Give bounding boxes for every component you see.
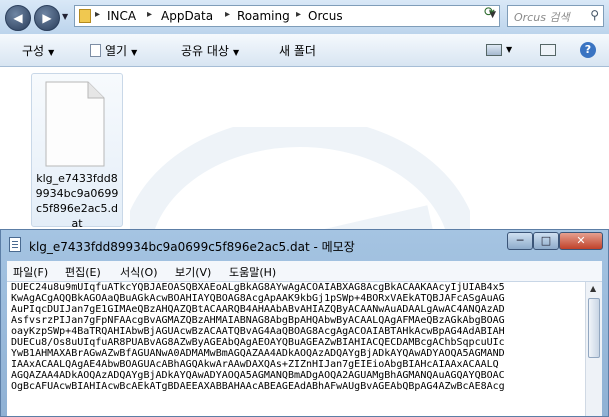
file-item[interactable]: klg_e7433fdd89934bc9a0699c5f896e2ac5.dat bbox=[31, 73, 123, 230]
menu-view[interactable]: 보기(V) bbox=[175, 264, 211, 280]
new-folder-button[interactable]: 새 폴더 bbox=[279, 42, 316, 59]
chevron-down-icon: ▼ bbox=[232, 48, 240, 57]
maximize-button[interactable]: □ bbox=[533, 232, 559, 250]
minimize-icon: ─ bbox=[516, 234, 524, 247]
forward-button[interactable]: ▶ bbox=[34, 5, 60, 31]
notepad-window: klg_e7433fdd89934bc9a0699c5f896e2ac5.dat… bbox=[0, 229, 609, 417]
breadcrumb-item[interactable]: AppData bbox=[161, 9, 213, 23]
menu-edit[interactable]: 편집(E) bbox=[65, 264, 101, 280]
open-button[interactable]: 열기 ▼ bbox=[90, 42, 137, 59]
new-folder-label: 새 폴더 bbox=[279, 44, 316, 58]
back-button[interactable]: ◀ bbox=[5, 5, 31, 31]
file-name[interactable]: klg_e7433fdd89934bc9a0699c5f896e2ac5.dat bbox=[34, 171, 120, 231]
file-icon bbox=[45, 81, 105, 167]
arrow-left-icon: ◀ bbox=[13, 11, 23, 25]
text-line: IAAxACAALQAgAE4AbwBOAGUAcABhAGQAkwArAAwD… bbox=[11, 359, 499, 370]
recent-pages-dropdown[interactable]: ▼ bbox=[62, 12, 68, 21]
scroll-thumb[interactable] bbox=[588, 298, 600, 358]
chevron-down-icon: ▼ bbox=[131, 48, 138, 57]
text-line: KwAgACgAQQBkAGOAaQBuAGkAcwBOAHIAYQBOAG8A… bbox=[11, 293, 505, 304]
text-line: oayKzpSWp+4BaTRQAHIAbwBjAGUAcwBzACAATQBv… bbox=[11, 326, 505, 337]
organize-button[interactable]: 구성 ▼ bbox=[22, 42, 54, 59]
help-icon[interactable]: ? bbox=[580, 42, 596, 58]
vertical-scrollbar[interactable]: ▲ bbox=[585, 282, 602, 416]
menu-format[interactable]: 서식(O) bbox=[120, 264, 157, 280]
maximize-icon: □ bbox=[540, 234, 552, 247]
close-icon: ✕ bbox=[576, 234, 586, 247]
text-line: OgBcAFUAcwBIAHIAcwBcAEkATgBDAEEAXABBAHAA… bbox=[11, 381, 505, 392]
preview-pane-icon[interactable] bbox=[540, 44, 556, 56]
menu-help[interactable]: 도움말(H) bbox=[229, 264, 276, 280]
scroll-up-icon[interactable]: ▲ bbox=[590, 284, 596, 293]
breadcrumb-item[interactable]: INCA bbox=[107, 9, 136, 23]
text-line: DUEC24u8u9mUIqfuATkcYQBJAEOASQBXAEoALgBk… bbox=[11, 282, 505, 293]
search-input[interactable]: Orcus 검색 ⚲ bbox=[507, 5, 604, 27]
breadcrumb-item[interactable]: Orcus bbox=[308, 9, 343, 23]
chevron-right-icon[interactable]: ▸ bbox=[296, 9, 301, 20]
organize-label: 구성 bbox=[22, 44, 45, 58]
open-label: 열기 bbox=[105, 44, 128, 58]
window-title: klg_e7433fdd89934bc9a0699c5f896e2ac5.dat… bbox=[29, 240, 355, 254]
text-line: AGQAZAA4ADkAOQAzADQAYgBjADkAYQAwADYAOQA5… bbox=[11, 370, 505, 381]
menu-file[interactable]: 파일(F) bbox=[13, 264, 48, 280]
arrow-right-icon: ▶ bbox=[42, 11, 52, 25]
breadcrumb-item[interactable]: Roaming bbox=[237, 9, 290, 23]
chevron-right-icon[interactable]: ▸ bbox=[147, 9, 152, 20]
share-button[interactable]: 공유 대상 ▼ bbox=[181, 42, 239, 59]
title-bar[interactable]: klg_e7433fdd89934bc9a0699c5f896e2ac5.dat… bbox=[1, 230, 608, 260]
address-bar-area: ◀ ▶ ▼ ▸ INCA ▸ AppData ▸ Roaming ▸ Orcus… bbox=[0, 0, 609, 34]
share-label: 공유 대상 bbox=[181, 44, 229, 58]
close-button[interactable]: ✕ bbox=[559, 232, 603, 250]
search-placeholder: Orcus 검색 bbox=[514, 11, 570, 24]
text-line: DUECu8/Os8uUIqfuAR8PUABvAG8AZwByAGEAbQAg… bbox=[11, 337, 505, 348]
document-icon bbox=[90, 44, 101, 57]
refresh-icon[interactable]: ⟳ bbox=[484, 5, 495, 20]
address-bar[interactable]: ▸ INCA ▸ AppData ▸ Roaming ▸ Orcus ▼ bbox=[74, 5, 500, 27]
view-options-icon[interactable] bbox=[486, 44, 502, 56]
chevron-down-icon[interactable]: ▼ bbox=[506, 45, 512, 54]
menu-bar: 파일(F) 편집(E) 서식(O) 보기(V) 도움말(H) bbox=[7, 261, 602, 282]
chevron-right-icon[interactable]: ▸ bbox=[225, 9, 230, 20]
text-line: YwB1AHMAXABrAGwAZwBfAGUANwA0ADMAMwBmAGQA… bbox=[11, 348, 505, 359]
text-line: AuPIqcDUIJan7gE1GIMAeQBzAHQAZQBtACAARQB4… bbox=[11, 304, 505, 315]
search-icon[interactable]: ⚲ bbox=[590, 8, 599, 22]
folder-icon bbox=[79, 9, 91, 23]
notepad-icon[interactable] bbox=[9, 237, 21, 252]
minimize-button[interactable]: ─ bbox=[507, 232, 533, 250]
text-line: AsfvsrzPIJan7gFpNFAAcgBvAGMAZQBzAHMAIABN… bbox=[11, 315, 505, 326]
command-bar: 구성 ▼ 열기 ▼ 공유 대상 ▼ 새 폴더 ▼ ? bbox=[0, 34, 609, 67]
chevron-down-icon: ▼ bbox=[48, 48, 55, 57]
chevron-right-icon[interactable]: ▸ bbox=[95, 9, 100, 20]
text-editor[interactable]: DUEC24u8u9mUIqfuATkcYQBJAEOASQBXAEoALgBk… bbox=[7, 282, 585, 416]
